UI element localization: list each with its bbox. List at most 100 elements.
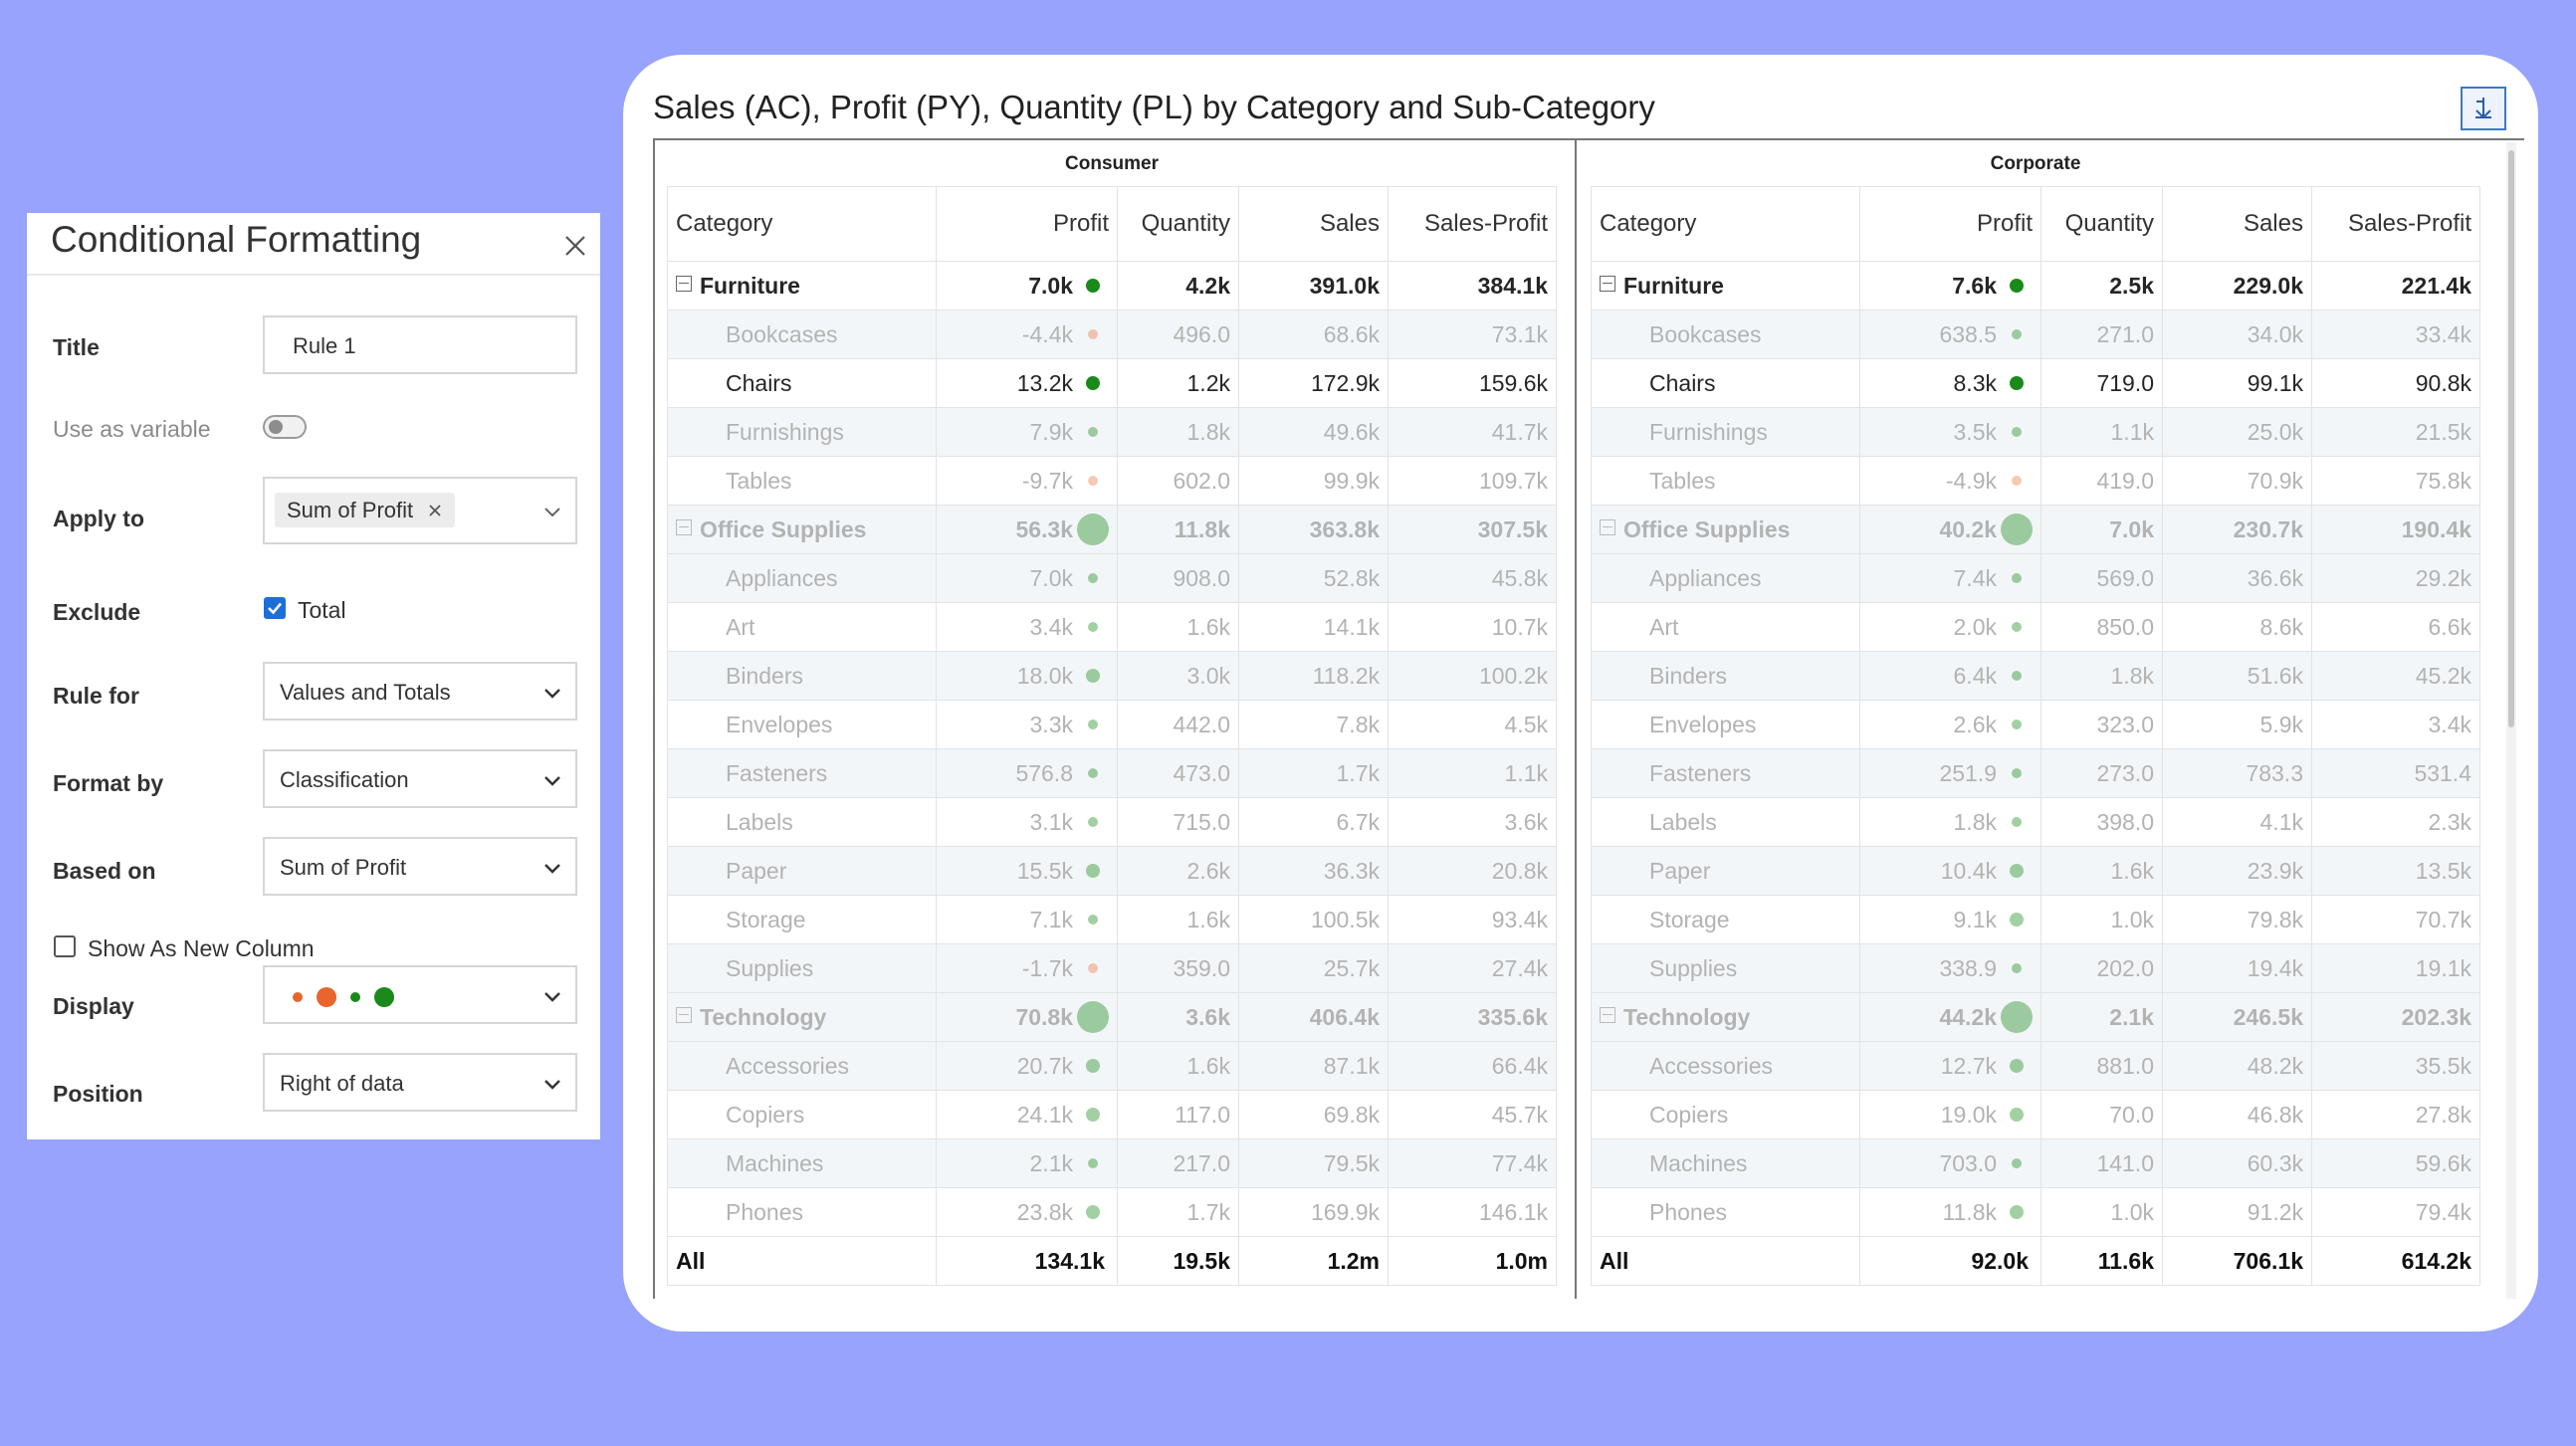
- profit-cell: 7.0k: [936, 553, 1118, 603]
- category-cell[interactable]: Furniture: [667, 261, 937, 310]
- category-cell: Appliances: [1591, 553, 1860, 603]
- collapse-icon[interactable]: [1600, 518, 1615, 535]
- category-cell[interactable]: Office Supplies: [1591, 505, 1860, 554]
- category-label: Art: [1649, 613, 1679, 640]
- title-input[interactable]: Rule 1: [263, 315, 577, 374]
- sales-cell: 23.9k: [2162, 846, 2312, 896]
- column-header[interactable]: Category: [667, 186, 937, 262]
- category-label: All: [1600, 1247, 1629, 1274]
- collapse-icon[interactable]: [1600, 275, 1615, 292]
- column-header[interactable]: Sales-Profit: [1388, 186, 1557, 262]
- quantity-cell: 3.0k: [1117, 651, 1239, 701]
- quantity-cell: 569.0: [2040, 553, 2163, 603]
- category-cell: Bookcases: [667, 310, 937, 359]
- quantity-cell: 715.0: [1117, 797, 1239, 847]
- collapse-icon[interactable]: [1600, 1006, 1615, 1023]
- chevron-down-icon[interactable]: [541, 1073, 563, 1095]
- profit-cell: 70.8k: [936, 992, 1118, 1042]
- use-as-variable-label: Use as variable: [53, 416, 211, 442]
- rule-for-select[interactable]: Values and Totals: [263, 662, 577, 721]
- show-new-column-label: Show As New Column: [88, 935, 315, 961]
- category-cell[interactable]: Technology: [1591, 992, 1860, 1042]
- category-cell: Supplies: [1591, 943, 1860, 993]
- use-as-variable-toggle[interactable]: [263, 415, 307, 439]
- based-on-select[interactable]: Sum of Profit: [263, 837, 577, 896]
- title-label: Title: [53, 334, 100, 360]
- chevron-down-icon[interactable]: [541, 682, 563, 704]
- category-cell: Envelopes: [667, 700, 937, 749]
- table-row: Tables -9.7k 602.0 99.9k 109.7k: [667, 456, 1557, 506]
- quantity-cell: 359.0: [1117, 943, 1239, 993]
- table-row: Bookcases -4.4k 496.0 68.6k 73.1k: [667, 310, 1557, 359]
- quantity-cell: 719.0: [2040, 358, 2163, 408]
- table-row: Accessories 20.7k 1.6k 87.1k 66.4k: [667, 1041, 1557, 1091]
- column-header[interactable]: Quantity: [1117, 186, 1239, 262]
- category-label: Chairs: [726, 369, 792, 396]
- profit-cell: 10.4k: [1859, 846, 2041, 896]
- column-header[interactable]: Quantity: [2040, 186, 2163, 262]
- sales-profit-cell: 4.5k: [1388, 700, 1557, 749]
- column-header[interactable]: Profit: [936, 186, 1118, 262]
- exclude-total-checkbox[interactable]: [264, 597, 286, 619]
- category-cell[interactable]: Furniture: [1591, 261, 1860, 310]
- quantity-cell: 1.2k: [1117, 358, 1239, 408]
- category-label: Tables: [726, 467, 792, 494]
- table-row: Art 3.4k 1.6k 14.1k 10.7k: [667, 602, 1557, 652]
- collapse-icon[interactable]: [676, 275, 692, 292]
- category-row: Technology 70.8k 3.6k 406.4k 335.6k: [667, 992, 1557, 1042]
- positive-indicator-dot-icon: [2012, 817, 2022, 827]
- category-label: Appliances: [726, 564, 838, 591]
- positive-indicator-dot-icon: [1088, 622, 1098, 632]
- close-icon[interactable]: [560, 231, 590, 261]
- table-row: Art 2.0k 850.0 8.6k 6.6k: [1591, 602, 2480, 652]
- hierarchy-icon: [2475, 98, 2491, 119]
- profit-cell: 11.8k: [1859, 1187, 2041, 1237]
- apply-to-select[interactable]: Sum of Profit: [263, 477, 577, 544]
- column-header[interactable]: Category: [1591, 186, 1860, 262]
- chip-remove-icon[interactable]: [427, 503, 443, 518]
- vertical-scrollbar-thumb[interactable]: [2508, 150, 2514, 727]
- format-by-select[interactable]: Classification: [263, 749, 577, 808]
- quantity-cell: 398.0: [2040, 797, 2163, 847]
- profit-value: 9.1k: [1953, 906, 1997, 932]
- column-header[interactable]: Profit: [1859, 186, 2041, 262]
- sales-cell: 246.5k: [2162, 992, 2312, 1042]
- category-label: Furnishings: [726, 418, 844, 445]
- category-label: All: [676, 1247, 706, 1274]
- category-cell: Binders: [667, 651, 937, 701]
- total-row: All 92.0k 11.6k 706.1k 614.2k: [1591, 1236, 2480, 1286]
- profit-value: 251.9: [1939, 759, 1997, 786]
- profit-value: -1.7k: [1021, 954, 1073, 981]
- positive-indicator-dot-icon: [2012, 329, 2022, 339]
- collapse-icon[interactable]: [676, 518, 692, 535]
- chevron-down-icon[interactable]: [541, 501, 563, 522]
- sales-profit-cell: 2.3k: [2311, 797, 2480, 847]
- chevron-down-icon[interactable]: [541, 857, 563, 879]
- sales-cell: 52.8k: [1238, 553, 1389, 603]
- quantity-cell: 141.0: [2040, 1138, 2163, 1188]
- sales-profit-cell: 45.8k: [1388, 553, 1557, 603]
- negative-indicator-dot-icon: [2012, 476, 2022, 486]
- category-cell[interactable]: Technology: [667, 992, 937, 1042]
- category-cell[interactable]: Office Supplies: [667, 505, 937, 554]
- profit-cell: 7.9k: [936, 407, 1118, 457]
- column-header[interactable]: Sales: [1238, 186, 1389, 262]
- category-cell: Chairs: [1591, 358, 1860, 408]
- profit-cell: 20.7k: [936, 1041, 1118, 1091]
- column-header[interactable]: Sales: [2162, 186, 2312, 262]
- display-select[interactable]: [263, 965, 577, 1024]
- category-label: Fasteners: [1649, 759, 1752, 786]
- quantity-cell: 3.6k: [1117, 992, 1239, 1042]
- table-row: Copiers 24.1k 117.0 69.8k 45.7k: [667, 1090, 1557, 1139]
- show-new-column-checkbox[interactable]: [54, 935, 76, 957]
- profit-cell: 7.1k: [936, 895, 1118, 944]
- drill-hierarchy-button[interactable]: [2461, 87, 2506, 130]
- apply-to-chip-label: Sum of Profit: [287, 497, 414, 522]
- chevron-down-icon[interactable]: [541, 985, 563, 1007]
- position-select[interactable]: Right of data: [263, 1053, 577, 1112]
- column-header[interactable]: Sales-Profit: [2311, 186, 2480, 262]
- pivot-table-frame: Consumer Category Profit Quantity Sales Sale…: [653, 138, 2524, 1354]
- profit-value: 12.7k: [1940, 1052, 1997, 1079]
- collapse-icon[interactable]: [676, 1006, 692, 1023]
- chevron-down-icon[interactable]: [541, 769, 563, 791]
